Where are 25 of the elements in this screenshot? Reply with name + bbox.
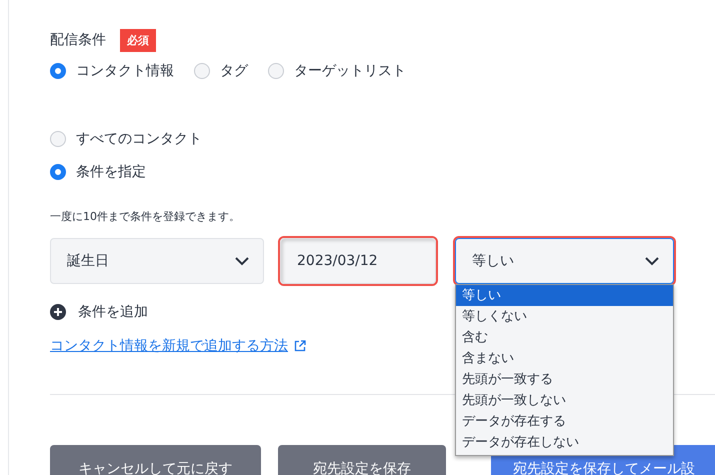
chevron-down-icon [235,256,249,266]
action-button[interactable]: 宛先設定を保存 [278,445,446,475]
radio-option[interactable]: タグ [194,60,248,82]
dropdown-option[interactable]: 含まない [456,348,673,369]
dropdown-option[interactable]: 等しい [456,285,673,306]
add-condition-link[interactable]: 条件を追加 [50,302,148,322]
radio-option[interactable]: コンタクト情報 [50,60,174,82]
dropdown-option[interactable]: 等しくない [456,306,673,327]
dropdown-option[interactable]: データが存在する [456,411,673,432]
field-select[interactable]: 誕生日 [50,238,264,284]
date-field[interactable]: 2023/03/12 [280,238,436,284]
radio-option[interactable]: ターゲットリスト [268,60,406,82]
radio-option[interactable]: 条件を指定 [50,161,715,183]
dropdown-option[interactable]: 含む [456,327,673,348]
plus-circle-icon [50,304,66,320]
dropdown-option[interactable]: 先頭が一致する [456,369,673,390]
external-link-icon [294,340,306,352]
hint-text: 一度に10件まで条件を登録できます。 [50,209,241,224]
radio-option[interactable]: すべてのコンタクト [50,128,715,150]
required-badge: 必須 [120,28,156,52]
section-label: 配信条件 [50,31,106,49]
dropdown-option[interactable]: 先頭が一致しない [456,390,673,411]
operator-select[interactable]: 等しい [455,238,674,284]
help-link[interactable]: コンタクト情報を新規で追加する方法 [50,337,288,355]
chevron-down-icon [645,256,659,266]
